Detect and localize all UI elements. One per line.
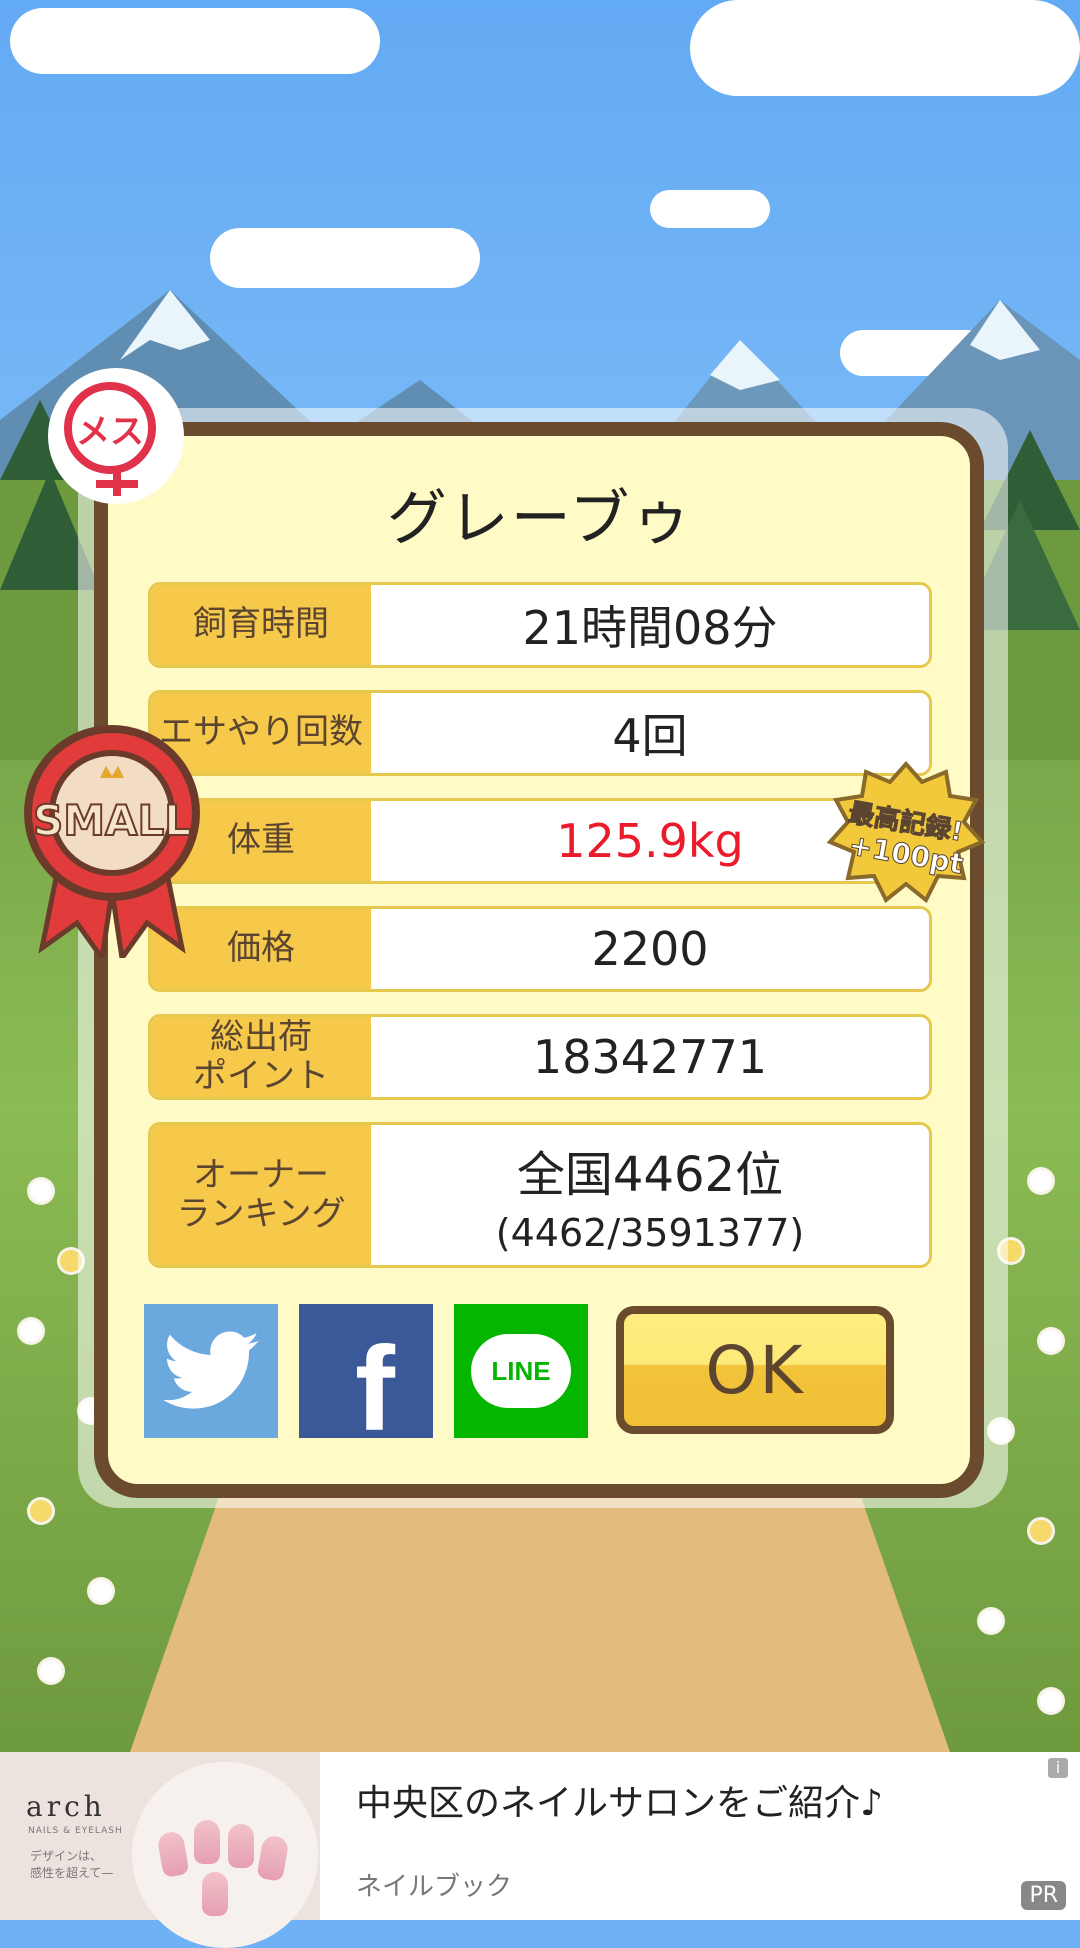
stat-value: 18342771 [532,1030,768,1084]
ad-brand-sub: NAILS & EYELASH [28,1826,123,1836]
stat-label: 総出荷 ポイント [151,1017,371,1097]
ranking-national: 全国4462位 [516,1147,784,1203]
stat-row-price: 価格 2200 [148,906,932,992]
dirt-road [130,1470,950,1752]
ranking-detail: (4462/3591377) [495,1211,805,1255]
facebook-share-button[interactable]: f [299,1304,433,1449]
line-icon: LINE [471,1334,571,1408]
flower [980,1610,1002,1632]
facebook-icon: f [355,1322,395,1456]
pig-name: グレーブゥ [386,484,694,554]
ad-brand: arch [26,1790,106,1823]
ok-button[interactable]: OK [616,1306,894,1434]
size-label: SMALL [32,795,192,846]
line-share-button[interactable]: LINE [454,1304,588,1438]
stat-row-total-points: 総出荷 ポイント 18342771 [148,1014,932,1100]
twitter-bird-icon [163,1331,259,1409]
ad-image: arch NAILS & EYELASH デザインは、 感性を超えて— [0,1752,320,1948]
stat-label-line2: ランキング [176,1194,346,1234]
female-gender-badge: メス [52,372,180,500]
gender-label: メス [64,382,156,474]
cloud [690,0,1080,96]
small-rosette-badge: SMALL [22,718,202,965]
stat-row-feed-count: エサやり回数 4回 [148,690,932,776]
stat-value: 2200 [591,922,709,976]
ad-banner[interactable]: arch NAILS & EYELASH デザインは、 感性を超えて— 中央区の… [0,1752,1080,1948]
stat-label: 飼育時間 [151,585,371,665]
flower [40,1660,62,1682]
flower [30,1180,52,1202]
stat-row-raising-time: 飼育時間 21時間08分 [148,582,932,668]
nail-sample-plate [132,1762,318,1948]
stat-row-owner-ranking: オーナー ランキング 全国4462位 (4462/3591377) [148,1122,932,1268]
stat-label: オーナー ランキング [151,1125,371,1265]
ad-source: ネイルブック [356,1872,513,1902]
flower [90,1580,112,1602]
twitter-share-button[interactable] [144,1304,278,1438]
ad-tagline: デザインは、 感性を超えて— [30,1849,114,1880]
stat-value: 21時間08分 [522,601,778,655]
stat-row-weight: 体重 125.9kg [148,798,932,884]
stat-value: 全国4462位 (4462/3591377) [371,1125,929,1265]
ad-info-icon[interactable]: i [1048,1758,1068,1778]
stat-label-line1: 総出荷 [210,1016,312,1057]
flower [30,1500,52,1522]
flower [1040,1330,1062,1352]
ad-title[interactable]: 中央区のネイルサロンをご紹介♪ [356,1774,883,1826]
flower [20,1320,42,1342]
record-badge: 最高記録! +100pt [826,760,986,912]
flower [1030,1170,1052,1192]
cloud [10,8,380,74]
cloud [650,190,770,228]
ad-pr-badge: PR [1021,1881,1066,1910]
flower [1040,1690,1062,1712]
stat-label-line1: オーナー [193,1154,329,1195]
line-icon-label: LINE [491,1355,551,1386]
stat-label-line2: ポイント [193,1056,329,1096]
flower [1030,1520,1052,1542]
